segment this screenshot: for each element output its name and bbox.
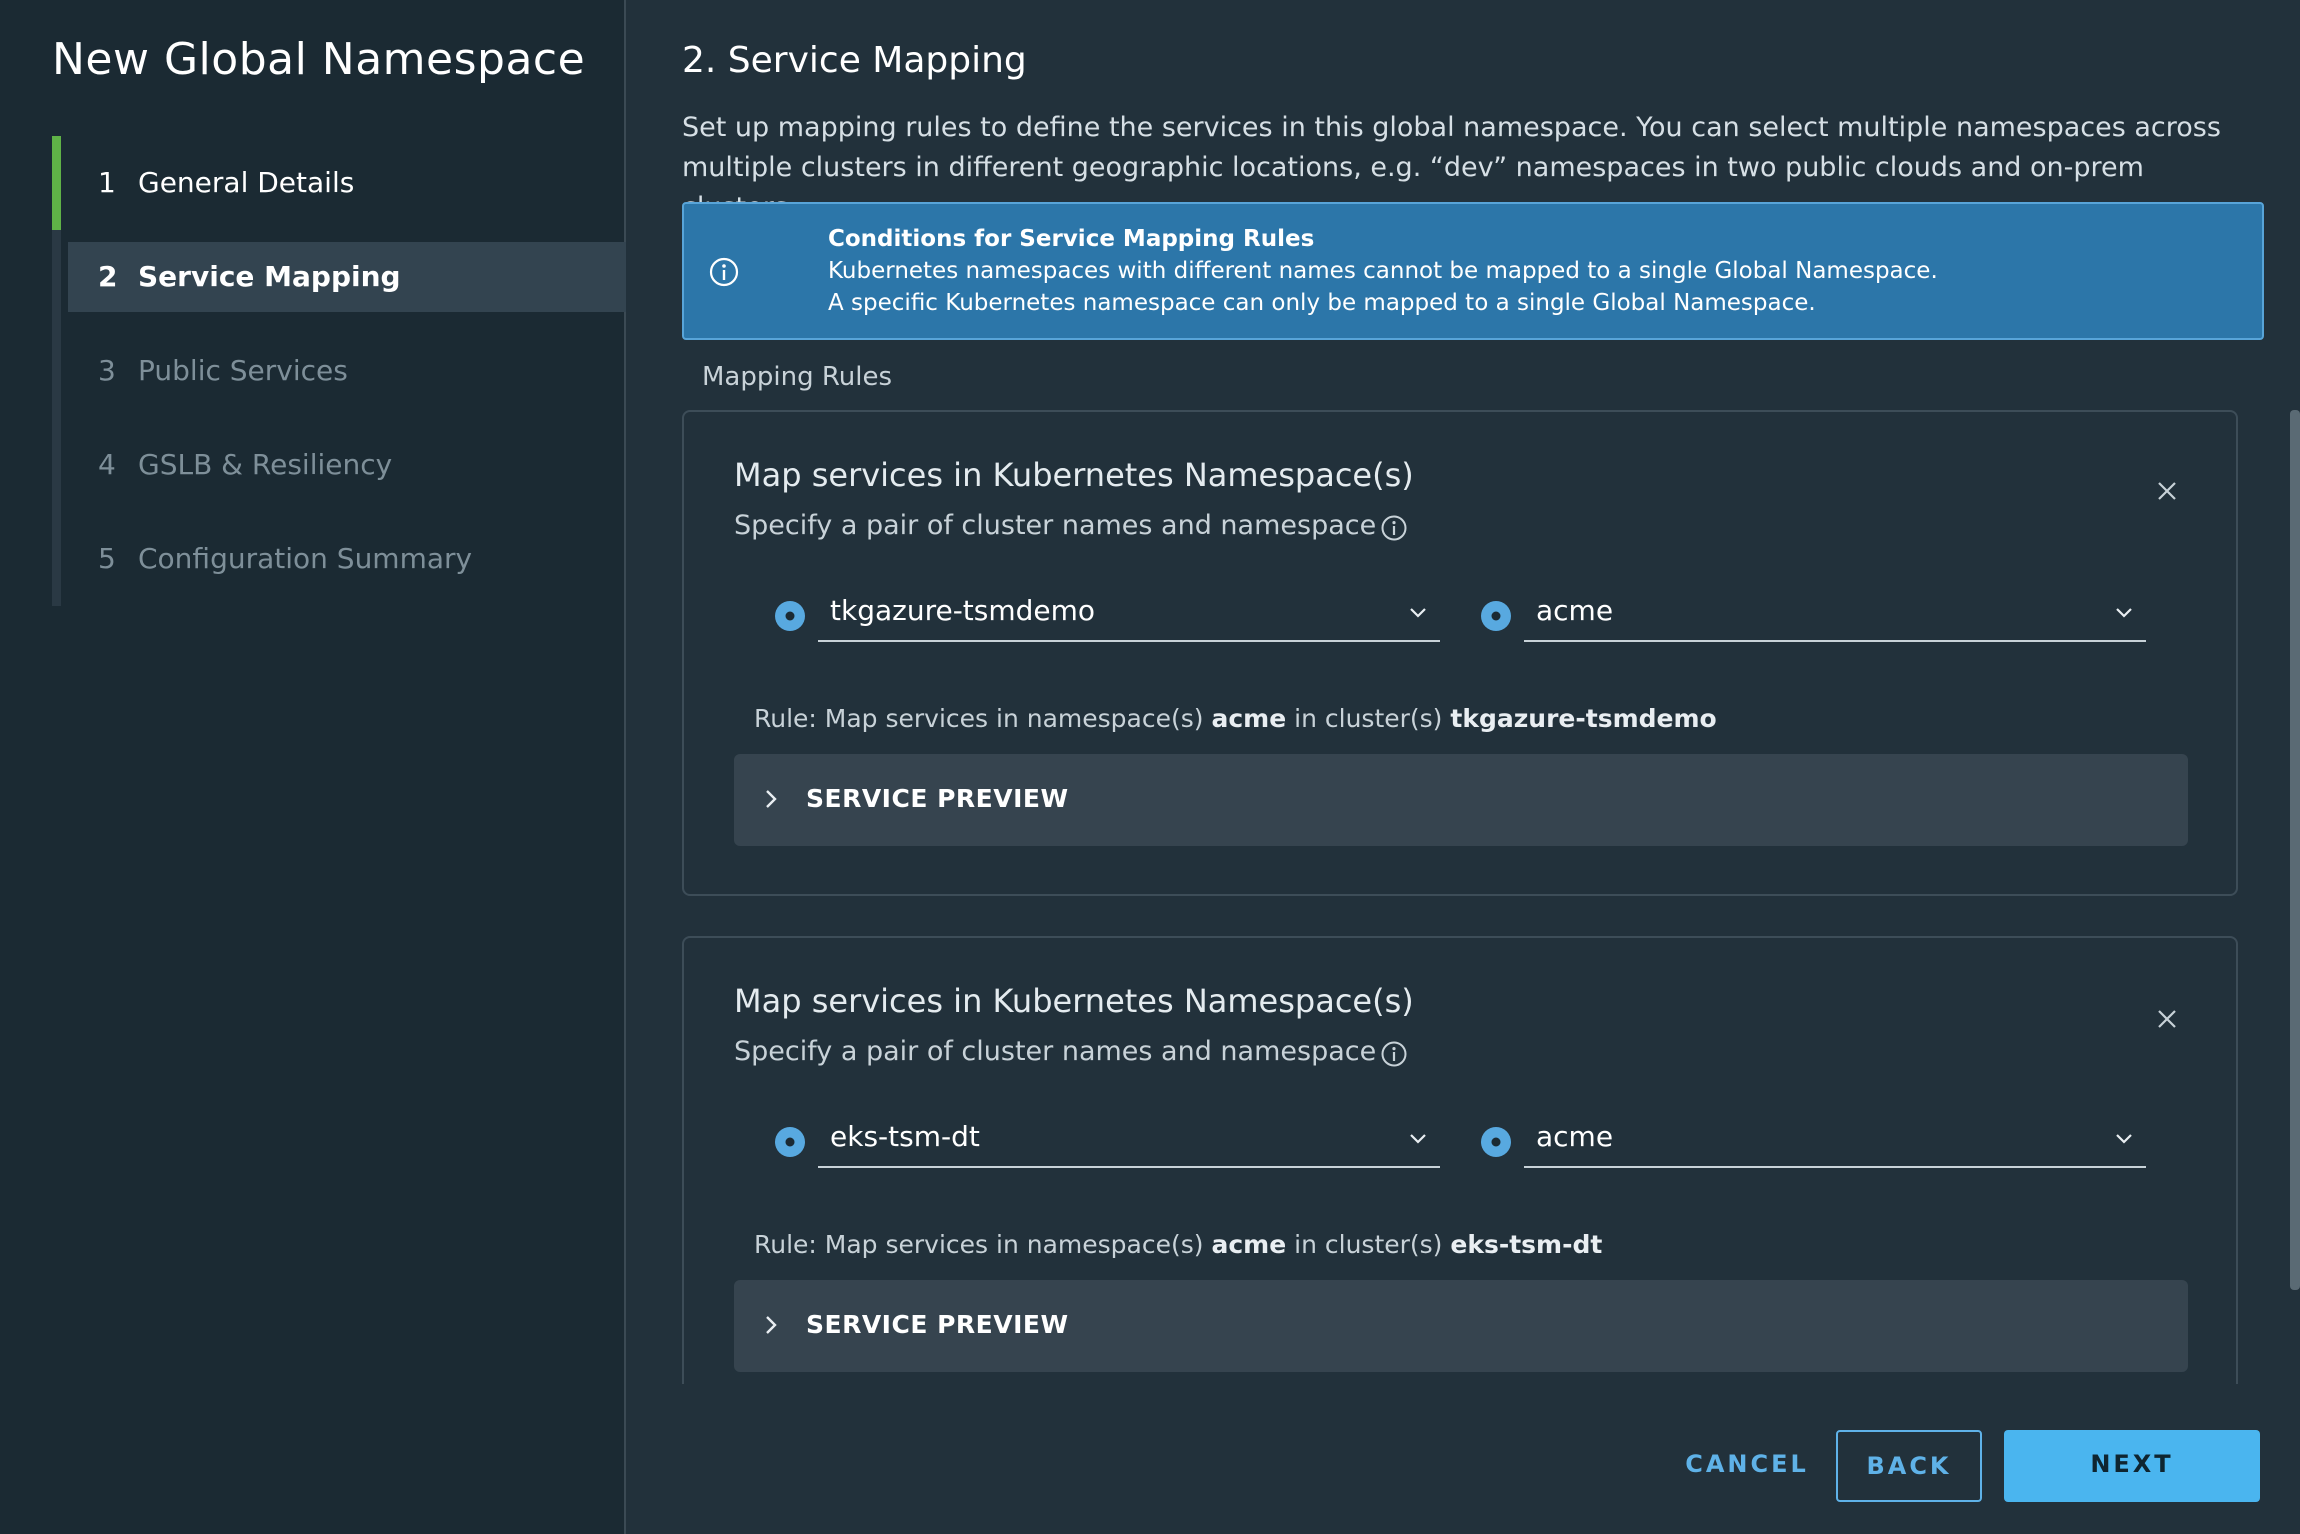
chevron-right-icon [766,1316,777,1334]
back-button[interactable]: BACK [1836,1430,1982,1502]
step-number: 2 [98,260,118,293]
chevron-right-icon [766,790,777,808]
chevron-down-icon [2116,608,2132,618]
close-icon[interactable] [2152,1004,2182,1034]
step-gslb-resiliency: 4 GSLB & Resiliency [68,430,626,500]
step-progress-indicator [52,136,61,230]
step-general-details[interactable]: 1 General Details [68,148,626,218]
next-button[interactable]: NEXT [2004,1430,2260,1502]
cluster-select[interactable]: tkgazure-tsmdemo [818,584,1440,642]
step-public-services: 3 Public Services [68,336,626,406]
cluster-select-value: eks-tsm-dt [830,1120,980,1153]
chevron-down-icon [1410,608,1426,618]
namespace-status-icon [1481,1127,1511,1157]
close-icon[interactable] [2152,476,2182,506]
scrollbar[interactable] [2290,410,2300,1290]
cluster-select[interactable]: eks-tsm-dt [818,1110,1440,1168]
namespace-select-value: acme [1536,1120,1614,1153]
rule-namespace: acme [1211,704,1287,733]
cluster-select-value: tkgazure-tsmdemo [830,594,1096,627]
wizard-sidebar: New Global Namespace 1 General Details 2… [0,0,626,1534]
service-preview-label: SERVICE PREVIEW [806,1310,1069,1339]
step-number: 5 [98,542,116,575]
step-service-mapping[interactable]: 2 Service Mapping [68,242,626,312]
rule-card-subtitle: Specify a pair of cluster names and name… [734,1036,1377,1067]
step-label: Service Mapping [138,260,401,293]
namespace-select[interactable]: acme [1524,1110,2146,1168]
wizard-title: New Global Namespace [52,34,586,85]
rule-card-subtitle: Specify a pair of cluster names and name… [734,510,1377,541]
namespace-status-icon [1481,601,1511,631]
step-label: Configuration Summary [138,542,473,575]
namespace-select[interactable]: acme [1524,584,2146,642]
rule-mid: in cluster(s) [1294,704,1443,733]
mapping-rule-card: Map services in Kubernetes Namespace(s) … [682,936,2238,1384]
alert-title: Conditions for Service Mapping Rules [828,226,1315,252]
info-icon [709,257,739,287]
step-label: General Details [138,166,355,199]
rule-prefix: Rule: Map services in namespace(s) [754,1230,1204,1259]
service-preview-toggle[interactable]: SERVICE PREVIEW [734,754,2188,846]
step-label: GSLB & Resiliency [138,448,393,481]
cancel-button[interactable]: CANCEL [1678,1430,1816,1502]
mapping-rules-label: Mapping Rules [702,362,892,392]
step-configuration-summary: 5 Configuration Summary [68,524,626,594]
rule-cluster: eks-tsm-dt [1450,1230,1603,1259]
mapping-rule-card: Map services in Kubernetes Namespace(s) … [682,410,2238,896]
step-label: Public Services [138,354,348,387]
alert-line: Kubernetes namespaces with different nam… [828,258,1938,284]
service-preview-label: SERVICE PREVIEW [806,784,1069,813]
info-alert: Conditions for Service Mapping Rules Kub… [682,202,2264,340]
rule-summary: Rule: Map services in namespace(s) acme … [754,704,1717,733]
rule-summary: Rule: Map services in namespace(s) acme … [754,1230,1602,1259]
step-number: 3 [98,354,116,387]
rule-cluster: tkgazure-tsmdemo [1450,704,1717,733]
rule-card-title: Map services in Kubernetes Namespace(s) [734,982,1414,1020]
namespace-select-value: acme [1536,594,1614,627]
info-icon[interactable] [1380,1040,1408,1068]
page-title: 2. Service Mapping [682,40,1027,81]
cluster-status-icon [775,1127,805,1157]
rule-namespace: acme [1211,1230,1287,1259]
step-progress-rail [52,136,61,606]
rule-card-title: Map services in Kubernetes Namespace(s) [734,456,1414,494]
info-icon[interactable] [1380,514,1408,542]
chevron-down-icon [2116,1134,2132,1144]
step-number: 1 [98,166,116,199]
cluster-status-icon [775,601,805,631]
chevron-down-icon [1410,1134,1426,1144]
step-number: 4 [98,448,116,481]
alert-line: A specific Kubernetes namespace can only… [828,290,1816,316]
main-content: 2. Service Mapping Set up mapping rules … [628,0,2300,1534]
rule-prefix: Rule: Map services in namespace(s) [754,704,1204,733]
service-preview-toggle[interactable]: SERVICE PREVIEW [734,1280,2188,1372]
rule-mid: in cluster(s) [1294,1230,1443,1259]
